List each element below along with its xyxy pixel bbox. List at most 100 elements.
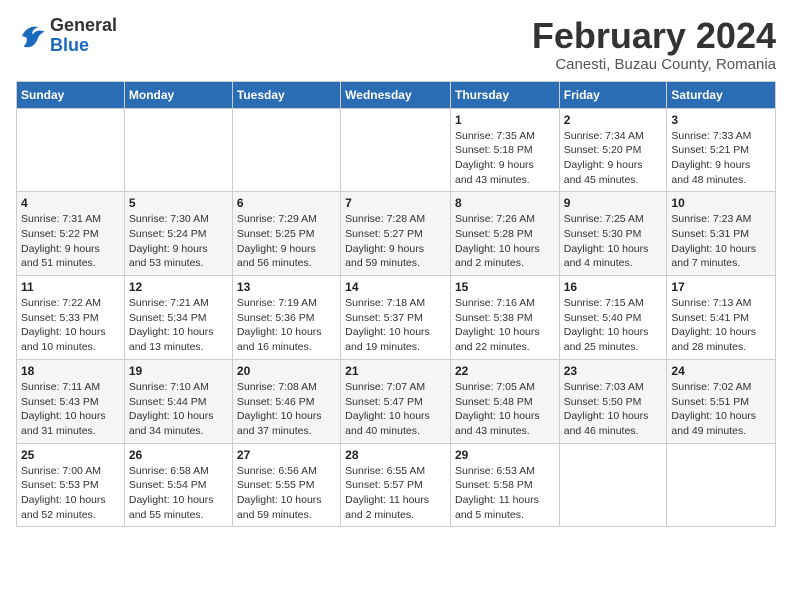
header-day: Wednesday [341, 81, 451, 108]
day-number: 21 [345, 364, 446, 378]
day-info: Sunrise: 6:58 AM Sunset: 5:54 PM Dayligh… [129, 464, 228, 523]
day-info: Sunrise: 7:10 AM Sunset: 5:44 PM Dayligh… [129, 380, 228, 439]
calendar-week-row: 11Sunrise: 7:22 AM Sunset: 5:33 PM Dayli… [17, 276, 776, 360]
calendar-body: 1 Sunrise: 7:35 AM Sunset: 5:18 PM Daylig… [17, 108, 776, 527]
day-number: 3 [671, 113, 771, 127]
day-info: Sunrise: 7:07 AM Sunset: 5:47 PM Dayligh… [345, 380, 446, 439]
calendar-week-row: 1 Sunrise: 7:35 AM Sunset: 5:18 PM Daylig… [17, 108, 776, 192]
calendar-cell: 27 Sunrise: 6:56 AM Sunset: 5:55 PM Dayli… [232, 443, 340, 527]
day-info: Sunrise: 7:19 AM Sunset: 5:36 PM Dayligh… [237, 296, 336, 355]
calendar-cell [341, 108, 451, 192]
day-info: Sunrise: 7:35 AM Sunset: 5:18 PM Dayligh… [455, 129, 555, 188]
day-info: Sunrise: 7:25 AM Sunset: 5:30 PM Dayligh… [564, 212, 663, 271]
day-number: 10 [671, 196, 771, 210]
calendar-cell: 16 Sunrise: 7:15 AM Sunset: 5:40 PM Dayli… [559, 276, 667, 360]
day-info: Sunrise: 7:30 AM Sunset: 5:24 PM Dayligh… [129, 212, 228, 271]
calendar-cell: 3 Sunrise: 7:33 AM Sunset: 5:21 PM Daylig… [667, 108, 776, 192]
logo-general: General [50, 15, 117, 35]
day-number: 24 [671, 364, 771, 378]
day-info: Sunrise: 7:13 AM Sunset: 5:41 PM Dayligh… [671, 296, 771, 355]
day-number: 14 [345, 280, 446, 294]
day-number: 22 [455, 364, 555, 378]
day-info: Sunrise: 7:34 AM Sunset: 5:20 PM Dayligh… [564, 129, 663, 188]
title-area: February 2024 Canesti, Buzau County, Rom… [532, 16, 776, 73]
header-day: Tuesday [232, 81, 340, 108]
calendar-cell [667, 443, 776, 527]
calendar-cell: 23 Sunrise: 7:03 AM Sunset: 5:50 PM Dayli… [559, 359, 667, 443]
day-number: 4 [21, 196, 120, 210]
calendar-header: SundayMondayTuesdayWednesdayThursdayFrid… [17, 81, 776, 108]
day-number: 5 [129, 196, 228, 210]
calendar-cell: 22 Sunrise: 7:05 AM Sunset: 5:48 PM Dayli… [450, 359, 559, 443]
calendar-week-row: 25Sunrise: 7:00 AM Sunset: 5:53 PM Dayli… [17, 443, 776, 527]
day-info: Sunrise: 7:21 AM Sunset: 5:34 PM Dayligh… [129, 296, 228, 355]
calendar-cell: 18 Sunrise: 7:11 AM Sunset: 5:43 PM Dayli… [17, 359, 125, 443]
calendar-cell: 11Sunrise: 7:22 AM Sunset: 5:33 PM Dayli… [17, 276, 125, 360]
calendar-cell: 25Sunrise: 7:00 AM Sunset: 5:53 PM Dayli… [17, 443, 125, 527]
calendar-cell: 19 Sunrise: 7:10 AM Sunset: 5:44 PM Dayli… [124, 359, 232, 443]
calendar-cell: 24Sunrise: 7:02 AM Sunset: 5:51 PM Dayli… [667, 359, 776, 443]
calendar-cell: 10Sunrise: 7:23 AM Sunset: 5:31 PM Dayli… [667, 192, 776, 276]
day-number: 20 [237, 364, 336, 378]
day-number: 27 [237, 448, 336, 462]
day-info: Sunrise: 6:55 AM Sunset: 5:57 PM Dayligh… [345, 464, 446, 523]
day-number: 13 [237, 280, 336, 294]
day-info: Sunrise: 7:31 AM Sunset: 5:22 PM Dayligh… [21, 212, 120, 271]
calendar-cell: 2Sunrise: 7:34 AM Sunset: 5:20 PM Daylig… [559, 108, 667, 192]
logo-bird-icon [16, 21, 46, 51]
day-info: Sunrise: 7:03 AM Sunset: 5:50 PM Dayligh… [564, 380, 663, 439]
header-day: Friday [559, 81, 667, 108]
day-info: Sunrise: 6:56 AM Sunset: 5:55 PM Dayligh… [237, 464, 336, 523]
calendar-week-row: 18 Sunrise: 7:11 AM Sunset: 5:43 PM Dayli… [17, 359, 776, 443]
day-number: 1 [455, 113, 555, 127]
header-day: Thursday [450, 81, 559, 108]
day-info: Sunrise: 7:28 AM Sunset: 5:27 PM Dayligh… [345, 212, 446, 271]
calendar-cell [559, 443, 667, 527]
header-day: Sunday [17, 81, 125, 108]
header-row: SundayMondayTuesdayWednesdayThursdayFrid… [17, 81, 776, 108]
month-title: February 2024 [532, 16, 776, 56]
calendar-cell: 26 Sunrise: 6:58 AM Sunset: 5:54 PM Dayli… [124, 443, 232, 527]
day-number: 16 [564, 280, 663, 294]
calendar-cell [17, 108, 125, 192]
calendar-cell: 12 Sunrise: 7:21 AM Sunset: 5:34 PM Dayli… [124, 276, 232, 360]
calendar-cell: 4 Sunrise: 7:31 AM Sunset: 5:22 PM Daylig… [17, 192, 125, 276]
day-number: 23 [564, 364, 663, 378]
logo-blue: Blue [50, 35, 89, 55]
calendar-cell: 17Sunrise: 7:13 AM Sunset: 5:41 PM Dayli… [667, 276, 776, 360]
day-number: 18 [21, 364, 120, 378]
calendar-cell [124, 108, 232, 192]
calendar-cell: 7Sunrise: 7:28 AM Sunset: 5:27 PM Daylig… [341, 192, 451, 276]
day-number: 25 [21, 448, 120, 462]
day-number: 6 [237, 196, 336, 210]
calendar-cell: 5 Sunrise: 7:30 AM Sunset: 5:24 PM Daylig… [124, 192, 232, 276]
logo: General Blue [16, 16, 117, 56]
day-number: 8 [455, 196, 555, 210]
calendar-cell: 8 Sunrise: 7:26 AM Sunset: 5:28 PM Daylig… [450, 192, 559, 276]
day-info: Sunrise: 7:11 AM Sunset: 5:43 PM Dayligh… [21, 380, 120, 439]
day-number: 12 [129, 280, 228, 294]
page-header: General Blue February 2024 Canesti, Buza… [16, 16, 776, 73]
day-info: Sunrise: 7:33 AM Sunset: 5:21 PM Dayligh… [671, 129, 771, 188]
calendar-cell: 29Sunrise: 6:53 AM Sunset: 5:58 PM Dayli… [450, 443, 559, 527]
day-info: Sunrise: 7:26 AM Sunset: 5:28 PM Dayligh… [455, 212, 555, 271]
calendar-cell: 20Sunrise: 7:08 AM Sunset: 5:46 PM Dayli… [232, 359, 340, 443]
calendar-week-row: 4 Sunrise: 7:31 AM Sunset: 5:22 PM Daylig… [17, 192, 776, 276]
day-number: 26 [129, 448, 228, 462]
location-subtitle: Canesti, Buzau County, Romania [532, 56, 776, 73]
day-info: Sunrise: 7:05 AM Sunset: 5:48 PM Dayligh… [455, 380, 555, 439]
day-number: 11 [21, 280, 120, 294]
day-info: Sunrise: 7:15 AM Sunset: 5:40 PM Dayligh… [564, 296, 663, 355]
calendar-cell: 6 Sunrise: 7:29 AM Sunset: 5:25 PM Daylig… [232, 192, 340, 276]
day-number: 28 [345, 448, 446, 462]
calendar-cell: 14Sunrise: 7:18 AM Sunset: 5:37 PM Dayli… [341, 276, 451, 360]
day-info: Sunrise: 7:29 AM Sunset: 5:25 PM Dayligh… [237, 212, 336, 271]
calendar-cell: 21 Sunrise: 7:07 AM Sunset: 5:47 PM Dayli… [341, 359, 451, 443]
day-info: Sunrise: 7:16 AM Sunset: 5:38 PM Dayligh… [455, 296, 555, 355]
header-day: Saturday [667, 81, 776, 108]
header-day: Monday [124, 81, 232, 108]
calendar-cell: 1 Sunrise: 7:35 AM Sunset: 5:18 PM Daylig… [450, 108, 559, 192]
day-number: 19 [129, 364, 228, 378]
calendar-cell: 15 Sunrise: 7:16 AM Sunset: 5:38 PM Dayli… [450, 276, 559, 360]
day-number: 15 [455, 280, 555, 294]
